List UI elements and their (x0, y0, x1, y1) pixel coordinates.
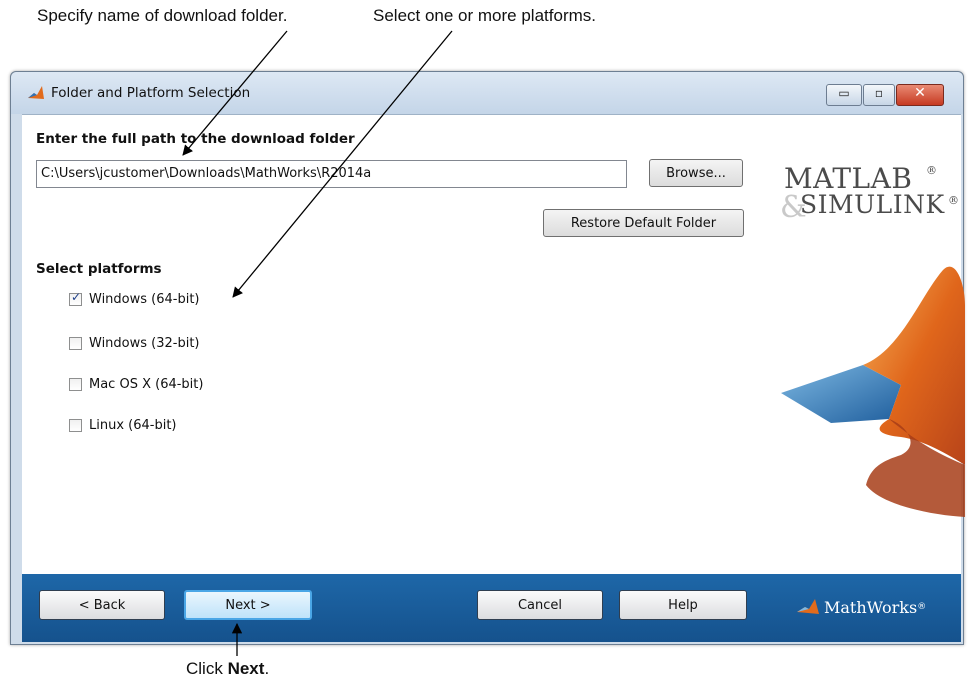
platform-label: Linux (64-bit) (89, 417, 177, 433)
close-icon: ✕ (914, 85, 926, 101)
window-title: Folder and Platform Selection (51, 85, 251, 101)
mathworks-logo: MathWorks ® (796, 597, 926, 617)
checkbox-windows-32[interactable] (69, 336, 82, 350)
platform-option-windows-32[interactable]: Windows (32-bit) (69, 334, 200, 352)
platform-option-mac-64[interactable]: Mac OS X (64-bit) (69, 375, 203, 393)
close-button[interactable]: ✕ (896, 84, 944, 106)
download-folder-label: Enter the full path to the download fold… (36, 131, 355, 147)
platform-option-linux-64[interactable]: Linux (64-bit) (69, 416, 177, 434)
title-bar[interactable]: Folder and Platform Selection ▭ ▫ ✕ (11, 72, 963, 114)
platform-label: Windows (32-bit) (89, 335, 200, 351)
minimize-icon: ▭ (838, 86, 850, 100)
help-button[interactable]: Help (619, 590, 747, 620)
mathworks-text: MathWorks (824, 597, 918, 617)
checkbox-linux-64[interactable] (69, 418, 82, 432)
back-button[interactable]: < Back (39, 590, 165, 620)
mathworks-trademark: ® (917, 602, 927, 612)
installer-dialog: Folder and Platform Selection ▭ ▫ ✕ Ente… (10, 71, 965, 645)
browse-button[interactable]: Browse... (649, 159, 743, 187)
matlab-membrane-graphic (781, 266, 965, 517)
matlab-icon (28, 86, 44, 99)
annotation-select-platforms: Select one or more platforms. (373, 6, 596, 25)
checkbox-mac-64[interactable] (69, 377, 82, 391)
logo-registered-mark: ® (948, 194, 959, 207)
restore-default-folder-button[interactable]: Restore Default Folder (543, 209, 744, 237)
mathworks-membrane-icon (797, 599, 819, 614)
minimize-button[interactable]: ▭ (826, 84, 862, 106)
logo-registered-mark: ® (926, 164, 937, 177)
button-bar: < Back Next > Cancel Help MathWorks ® (22, 574, 961, 642)
annotation-click-next: Click Next. (186, 659, 270, 678)
download-folder-field[interactable] (36, 160, 627, 188)
next-button[interactable]: Next > (184, 590, 312, 620)
maximize-icon: ▫ (874, 86, 884, 100)
platform-label: Mac OS X (64-bit) (89, 376, 204, 392)
dialog-content: Enter the full path to the download fold… (22, 114, 965, 576)
platform-label: Windows (64-bit) (89, 291, 200, 307)
download-folder-input[interactable] (37, 161, 621, 185)
matlab-simulink-logo: & MATLAB ® SIMULINK ® (774, 162, 964, 242)
checkmark-icon: ✓ (71, 289, 82, 304)
logo-simulink-text: SIMULINK (800, 190, 945, 219)
select-platforms-label: Select platforms (36, 261, 162, 277)
annotation-download-folder: Specify name of download folder. (37, 6, 288, 25)
platform-option-windows-64[interactable]: ✓ Windows (64-bit) (69, 290, 200, 308)
checkbox-windows-64[interactable]: ✓ (69, 289, 82, 306)
maximize-button[interactable]: ▫ (863, 84, 895, 106)
cancel-button[interactable]: Cancel (477, 590, 603, 620)
